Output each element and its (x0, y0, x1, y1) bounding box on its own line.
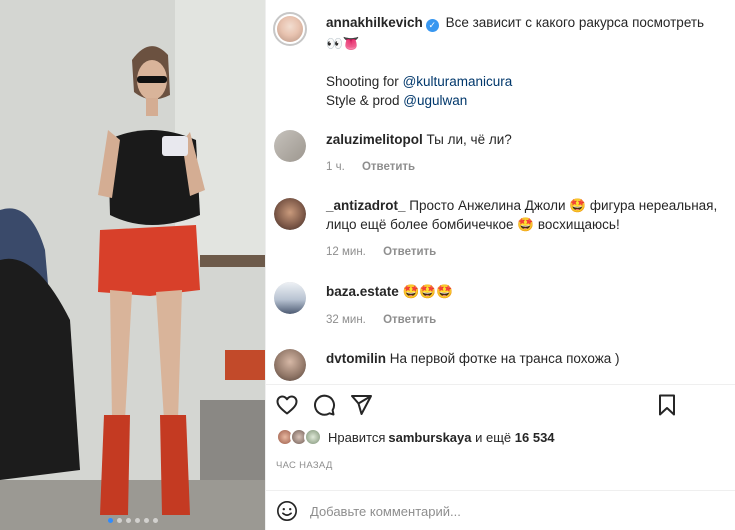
carousel-dot (107, 518, 113, 523)
comment-time[interactable]: 32 мин. (326, 314, 366, 326)
likes-middle: и ещё (471, 429, 515, 445)
comment-time[interactable]: 12 мин. (326, 246, 366, 258)
carousel-dot (134, 518, 140, 523)
liker-avatars[interactable] (276, 427, 328, 447)
comment-text: _antizadrot_ Просто Анжелина Джоли 🤩 фиг… (326, 196, 726, 234)
comment-text: zaluzimelitopol Ты ли, чё ли? (326, 130, 726, 149)
comment-avatar[interactable] (274, 349, 306, 381)
likes-prefix: Нравится (328, 429, 386, 445)
comment-username[interactable]: baza.estate (326, 284, 399, 299)
comment-username[interactable]: _antizadrot_ (326, 198, 406, 213)
caption-text: Все зависит с какого ракурса посмотреть (445, 15, 705, 30)
mention-ugulwan[interactable]: @ugulwan (403, 93, 467, 108)
carousel-dot (152, 518, 158, 523)
comment-avatar[interactable] (274, 282, 306, 314)
mention-kulturamanicura[interactable]: @kulturamanicura (403, 74, 513, 89)
share-icon[interactable] (349, 393, 373, 417)
emoji-icon[interactable] (276, 500, 298, 522)
comment-body: На первой фотке на транса похожа ) (389, 351, 620, 366)
comment-text: baza.estate 🤩🤩🤩 (326, 282, 726, 301)
shooting-prefix: Shooting for (326, 74, 403, 89)
comment-body: Ты ли, чё ли? (426, 132, 512, 147)
comments-list: annakhilkevich ✓ Все зависит с какого рак… (266, 0, 735, 382)
comment-avatar[interactable] (274, 198, 306, 230)
comment-text: dvtomilin На первой фотке на транса похо… (326, 349, 726, 368)
caption-emojis: 👀👅 (326, 36, 360, 51)
comment-body: 🤩🤩🤩 (402, 284, 453, 299)
heart-icon[interactable] (275, 393, 299, 417)
carousel-dot (125, 518, 131, 523)
comment-icon[interactable] (312, 393, 336, 417)
comment-input[interactable] (310, 499, 720, 523)
reply-button[interactable]: Ответить (383, 314, 436, 326)
bookmark-icon[interactable] (655, 393, 679, 417)
carousel-dot (143, 518, 149, 523)
post-timestamp[interactable]: ЧАС НАЗАД (276, 460, 333, 471)
comment-meta: 32 мин. Ответить (326, 314, 450, 326)
photo-illustration (0, 0, 265, 530)
likes-user[interactable]: samburskaya (388, 430, 471, 445)
reply-button[interactable]: Ответить (362, 161, 415, 173)
carousel-indicator (0, 518, 265, 523)
comment-username[interactable]: zaluzimelitopol (326, 132, 423, 147)
carousel-dot (116, 518, 122, 523)
post-caption: annakhilkevich ✓ Все зависит с какого рак… (326, 13, 726, 110)
action-bar (266, 384, 735, 424)
post-photo[interactable] (0, 0, 265, 530)
likes-count[interactable]: 16 534 (515, 430, 555, 445)
reply-button[interactable]: Ответить (383, 246, 436, 258)
author-username[interactable]: annakhilkevich (326, 15, 423, 30)
comment-time[interactable]: 1 ч. (326, 161, 345, 173)
comment-meta: 1 ч. Ответить (326, 161, 429, 173)
comment-avatar[interactable] (274, 130, 306, 162)
comment-form (266, 490, 735, 530)
post-side-panel: annakhilkevich ✓ Все зависит с какого рак… (265, 0, 735, 530)
comment-username[interactable]: dvtomilin (326, 351, 386, 366)
likes-summary: Нравится samburskaya и ещё 16 534 (276, 427, 555, 447)
comment-meta: 12 мин. Ответить (326, 246, 450, 258)
style-prefix: Style & prod (326, 93, 404, 108)
verified-icon: ✓ (425, 19, 439, 32)
author-avatar[interactable] (273, 12, 307, 46)
